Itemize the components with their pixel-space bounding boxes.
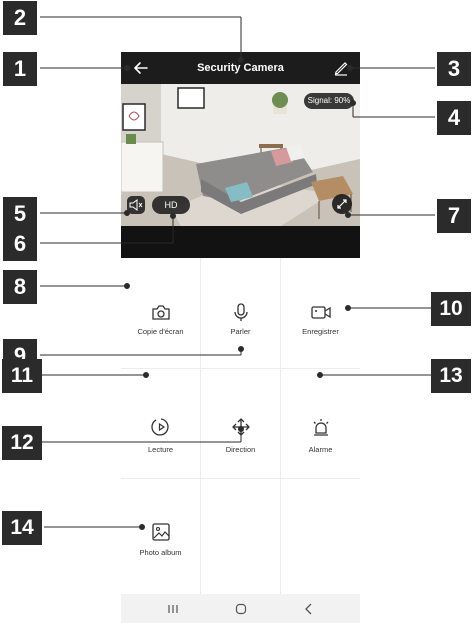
direction-label: Direction bbox=[225, 445, 256, 454]
callout-badge: 7 bbox=[437, 199, 471, 233]
speaker-mute-icon bbox=[129, 199, 143, 211]
recents-icon[interactable] bbox=[165, 601, 181, 617]
callout-badge: 5 bbox=[3, 197, 37, 231]
snapshot-label: Copie d'écran bbox=[137, 327, 184, 336]
callout-badge: 3 bbox=[437, 52, 471, 86]
callout-badge: 2 bbox=[3, 1, 37, 35]
photo-album-label: Photo album bbox=[139, 548, 182, 557]
playback-button[interactable]: Lecture bbox=[121, 369, 200, 479]
callout-badge: 12 bbox=[2, 426, 42, 460]
alarm-icon bbox=[313, 419, 329, 436]
camera-live-view[interactable]: Signal: 90% HD bbox=[121, 84, 360, 226]
fullscreen-icon bbox=[337, 199, 347, 209]
home-icon[interactable] bbox=[233, 601, 249, 617]
move-direction-icon bbox=[232, 418, 250, 436]
nav-back-icon[interactable] bbox=[301, 601, 317, 617]
callout-badge: 10 bbox=[431, 292, 471, 326]
top-bar: Security Camera bbox=[121, 52, 360, 84]
direction-button[interactable]: Direction bbox=[201, 369, 280, 479]
video-control-bar bbox=[121, 226, 360, 258]
phone-screen: Security Camera Signal: 90% HD Copie d'é… bbox=[121, 52, 360, 623]
playback-icon bbox=[151, 418, 169, 436]
alarm-button[interactable]: Alarme bbox=[281, 369, 360, 479]
callout-badge: 13 bbox=[431, 359, 471, 393]
android-nav-bar bbox=[121, 594, 360, 623]
callout-badge: 8 bbox=[3, 270, 37, 304]
snapshot-button[interactable]: Copie d'écran bbox=[121, 258, 200, 368]
callout-badge: 11 bbox=[2, 359, 42, 393]
callout-badge: 4 bbox=[437, 101, 471, 135]
callout-badge: 6 bbox=[3, 227, 37, 261]
quality-hd-button[interactable]: HD bbox=[152, 196, 190, 214]
signal-indicator: Signal: 90% bbox=[304, 93, 354, 109]
callout-badge: 1 bbox=[3, 52, 37, 86]
playback-label: Lecture bbox=[147, 445, 174, 454]
callout-badge: 14 bbox=[2, 511, 42, 545]
record-button[interactable]: Enregistrer bbox=[281, 258, 360, 368]
page-title: Security Camera bbox=[197, 62, 284, 74]
fullscreen-button[interactable] bbox=[332, 194, 352, 214]
photo-album-icon bbox=[152, 523, 170, 541]
video-record-icon bbox=[311, 306, 331, 319]
talk-label: Parler bbox=[230, 327, 251, 336]
record-label: Enregistrer bbox=[302, 327, 339, 336]
photo-album-button[interactable]: Photo album bbox=[121, 479, 200, 589]
action-grid: Copie d'écran Parler Enregistrer Lecture bbox=[121, 258, 360, 594]
microphone-icon bbox=[234, 303, 248, 321]
alarm-label: Alarme bbox=[308, 445, 333, 454]
talk-button[interactable]: Parler bbox=[201, 258, 280, 368]
edit-pencil-icon[interactable] bbox=[332, 58, 350, 76]
camera-snapshot-icon bbox=[152, 305, 170, 320]
mute-button[interactable] bbox=[127, 196, 145, 214]
